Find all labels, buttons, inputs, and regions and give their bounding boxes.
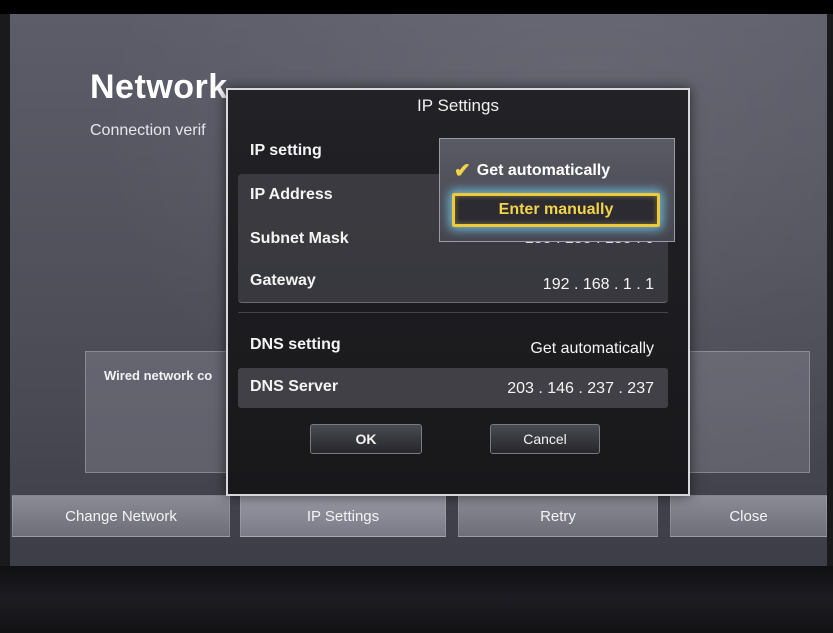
ip-setting-label[interactable]: IP setting <box>250 142 322 160</box>
tv-stand-area <box>0 566 833 633</box>
ip-settings-button[interactable]: IP Settings <box>240 495 446 537</box>
gateway-value: 192 . 168 . 1 . 1 <box>542 276 654 293</box>
page-title: Network <box>90 68 228 106</box>
option-label: Enter manually <box>498 201 614 218</box>
tv-bezel-top <box>0 0 833 14</box>
dns-setting-value: Get automatically <box>530 340 654 357</box>
dialog-title: IP Settings <box>417 96 499 115</box>
divider <box>238 312 668 313</box>
option-label: Get automatically <box>476 162 611 179</box>
checkmark-icon: ✔ <box>454 160 471 182</box>
dns-server-value: 203 . 146 . 237 . 237 <box>507 380 654 397</box>
option-get-automatically[interactable]: ✔ Get automatically <box>454 161 610 181</box>
option-enter-manually[interactable]: Enter manually <box>452 193 660 227</box>
subnet-mask-label[interactable]: Subnet Mask <box>250 230 349 248</box>
close-button[interactable]: Close <box>670 495 827 537</box>
gateway-label[interactable]: Gateway <box>250 272 316 290</box>
ip-setting-dropdown[interactable]: ✔ Get automatically Enter manually <box>439 138 675 242</box>
page-subtitle: Connection verif <box>90 122 206 139</box>
retry-button[interactable]: Retry <box>458 495 658 537</box>
ok-button[interactable]: OK <box>310 424 422 454</box>
dns-server-label: DNS Server <box>250 378 339 395</box>
change-network-button[interactable]: Change Network <box>12 495 230 537</box>
dns-setting-label[interactable]: DNS setting <box>250 336 341 354</box>
cancel-button[interactable]: Cancel <box>490 424 600 454</box>
ip-address-label[interactable]: IP Address <box>250 186 333 204</box>
info-box-text: Wired network co <box>104 368 213 383</box>
ip-settings-dialog: IP Settings IP setting IP Address Subnet… <box>226 88 690 496</box>
